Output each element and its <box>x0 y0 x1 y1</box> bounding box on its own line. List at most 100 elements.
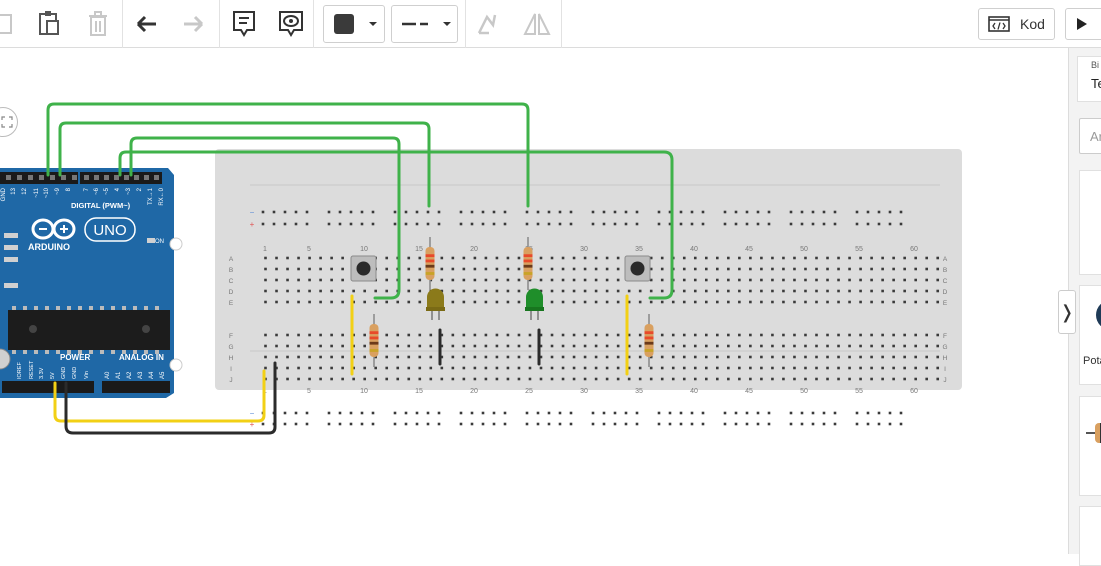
rotate-icon[interactable] <box>472 6 502 42</box>
rail-polarity-label: − <box>250 409 255 418</box>
chevron-right-icon: ❭ <box>1059 301 1075 323</box>
digital-pin-label: TX→1 <box>148 187 154 205</box>
digital-pin-label: 12 <box>22 187 28 194</box>
row-letter: A <box>229 256 234 263</box>
potentiometer-icon <box>1096 300 1101 330</box>
component-card-resistor[interactable] <box>1079 396 1101 496</box>
row-letter: I <box>944 366 946 373</box>
arduino-power-label: POWER <box>60 353 90 362</box>
arduino-analog-label: ANALOG IN <box>119 353 164 362</box>
column-number-top: 20 <box>470 246 478 253</box>
arduino-uno-board[interactable]: ARDUINO UNO DIGITAL (PWM~) POWER ANALOG … <box>0 168 183 398</box>
row-letter: E <box>229 300 234 307</box>
row-letter: G <box>228 344 233 351</box>
line-style-icon[interactable] <box>391 5 458 43</box>
row-letter: H <box>943 355 948 362</box>
column-number-bottom: 50 <box>800 388 808 395</box>
notes-visibility-icon[interactable] <box>276 6 306 42</box>
column-number-top: 60 <box>910 246 918 253</box>
row-letter: D <box>943 289 948 296</box>
chevron-down-icon <box>369 22 377 26</box>
column-number-bottom: 40 <box>690 388 698 395</box>
start-simulation-button[interactable] <box>1065 8 1101 40</box>
digital-pin-label: ~6 <box>94 187 100 195</box>
component-search-input[interactable]: Ar <box>1079 118 1101 154</box>
notes-icon[interactable] <box>229 6 259 42</box>
power-pin-label: 3.3V <box>39 367 45 379</box>
row-letter: E <box>943 300 948 307</box>
row-letter: I <box>230 366 232 373</box>
copy-icon[interactable] <box>0 6 16 42</box>
analog-pin-label: A5 <box>160 371 166 379</box>
row-letter: J <box>229 377 232 384</box>
digital-pin-label: GND <box>1 187 7 201</box>
power-pin-label: RESET <box>29 360 35 379</box>
toolbar: Kod <box>0 0 1101 48</box>
filter-select-label: Bi <box>1091 60 1100 70</box>
color-picker-icon[interactable] <box>323 5 385 43</box>
row-letter: J <box>943 377 946 384</box>
digital-pin-label: 13 <box>11 187 17 194</box>
code-button-label: Kod <box>1020 16 1045 32</box>
paste-icon[interactable] <box>34 6 64 42</box>
delete-icon[interactable] <box>84 6 112 42</box>
workspace-canvas[interactable]: 1155101015152020252530303535404045455050… <box>0 48 1068 554</box>
row-letter: H <box>229 355 234 362</box>
arduino-digital-label: DIGITAL (PWM~) <box>71 201 131 210</box>
power-pin-label: IOREF <box>17 362 23 379</box>
column-number-bottom: 10 <box>360 388 368 395</box>
power-pin-label: GND <box>72 367 78 379</box>
column-number-top: 35 <box>635 246 643 253</box>
digital-pin-label: ~9 <box>55 187 61 195</box>
redo-icon[interactable] <box>178 6 208 42</box>
column-number-top: 5 <box>307 246 311 253</box>
chevron-down-icon <box>443 22 451 26</box>
column-number-top: 15 <box>415 246 423 253</box>
pushbutton-1[interactable] <box>350 255 377 282</box>
mirror-icon[interactable] <box>521 6 553 42</box>
column-number-bottom: 5 <box>307 388 311 395</box>
row-letter: B <box>229 267 233 274</box>
column-number-top: 45 <box>745 246 753 253</box>
arduino-model-label: UNO <box>93 222 126 239</box>
collapse-panel-button[interactable]: ❭ <box>1058 290 1076 334</box>
pushbutton-2[interactable] <box>624 255 651 282</box>
row-letter: D <box>229 289 234 296</box>
play-icon <box>1077 18 1087 30</box>
analog-pin-label: A2 <box>127 371 133 379</box>
analog-pin-label: A1 <box>116 371 122 379</box>
digital-pin-label: ~5 <box>104 187 110 195</box>
rail-polarity-label: − <box>250 208 255 217</box>
column-number-top: 30 <box>580 246 588 253</box>
column-number-top: 1 <box>263 246 267 253</box>
code-icon <box>988 16 1010 32</box>
column-number-bottom: 15 <box>415 388 423 395</box>
column-number-bottom: 60 <box>910 388 918 395</box>
column-number-top: 10 <box>360 246 368 253</box>
column-number-bottom: 35 <box>635 388 643 395</box>
power-pin-label: 5V <box>50 372 56 379</box>
fit-view-icon <box>1 116 13 128</box>
column-number-top: 40 <box>690 246 698 253</box>
power-pin-label: GND <box>61 367 67 379</box>
search-placeholder: Ar <box>1090 129 1101 144</box>
column-number-bottom: 20 <box>470 388 478 395</box>
column-number-bottom: 45 <box>745 388 753 395</box>
column-number-top: 55 <box>855 246 863 253</box>
row-letter: G <box>942 344 947 351</box>
component-card-1[interactable] <box>1079 170 1101 275</box>
digital-pin-label: ~3 <box>126 187 132 195</box>
component-card-potentiometer[interactable] <box>1079 285 1101 385</box>
row-letter: C <box>229 278 234 285</box>
row-letter: C <box>943 278 948 285</box>
digital-pin-label: ~10 <box>44 187 50 198</box>
undo-icon[interactable] <box>132 6 162 42</box>
component-card-4[interactable] <box>1079 506 1101 566</box>
analog-pin-label: A3 <box>138 371 144 379</box>
column-number-bottom: 30 <box>580 388 588 395</box>
component-card-potentiometer-label: Pota <box>1083 355 1101 367</box>
filter-select-value: Te <box>1091 76 1101 91</box>
code-button[interactable]: Kod <box>978 8 1055 40</box>
column-number-bottom: 55 <box>855 388 863 395</box>
fill-color-swatch <box>334 14 354 34</box>
